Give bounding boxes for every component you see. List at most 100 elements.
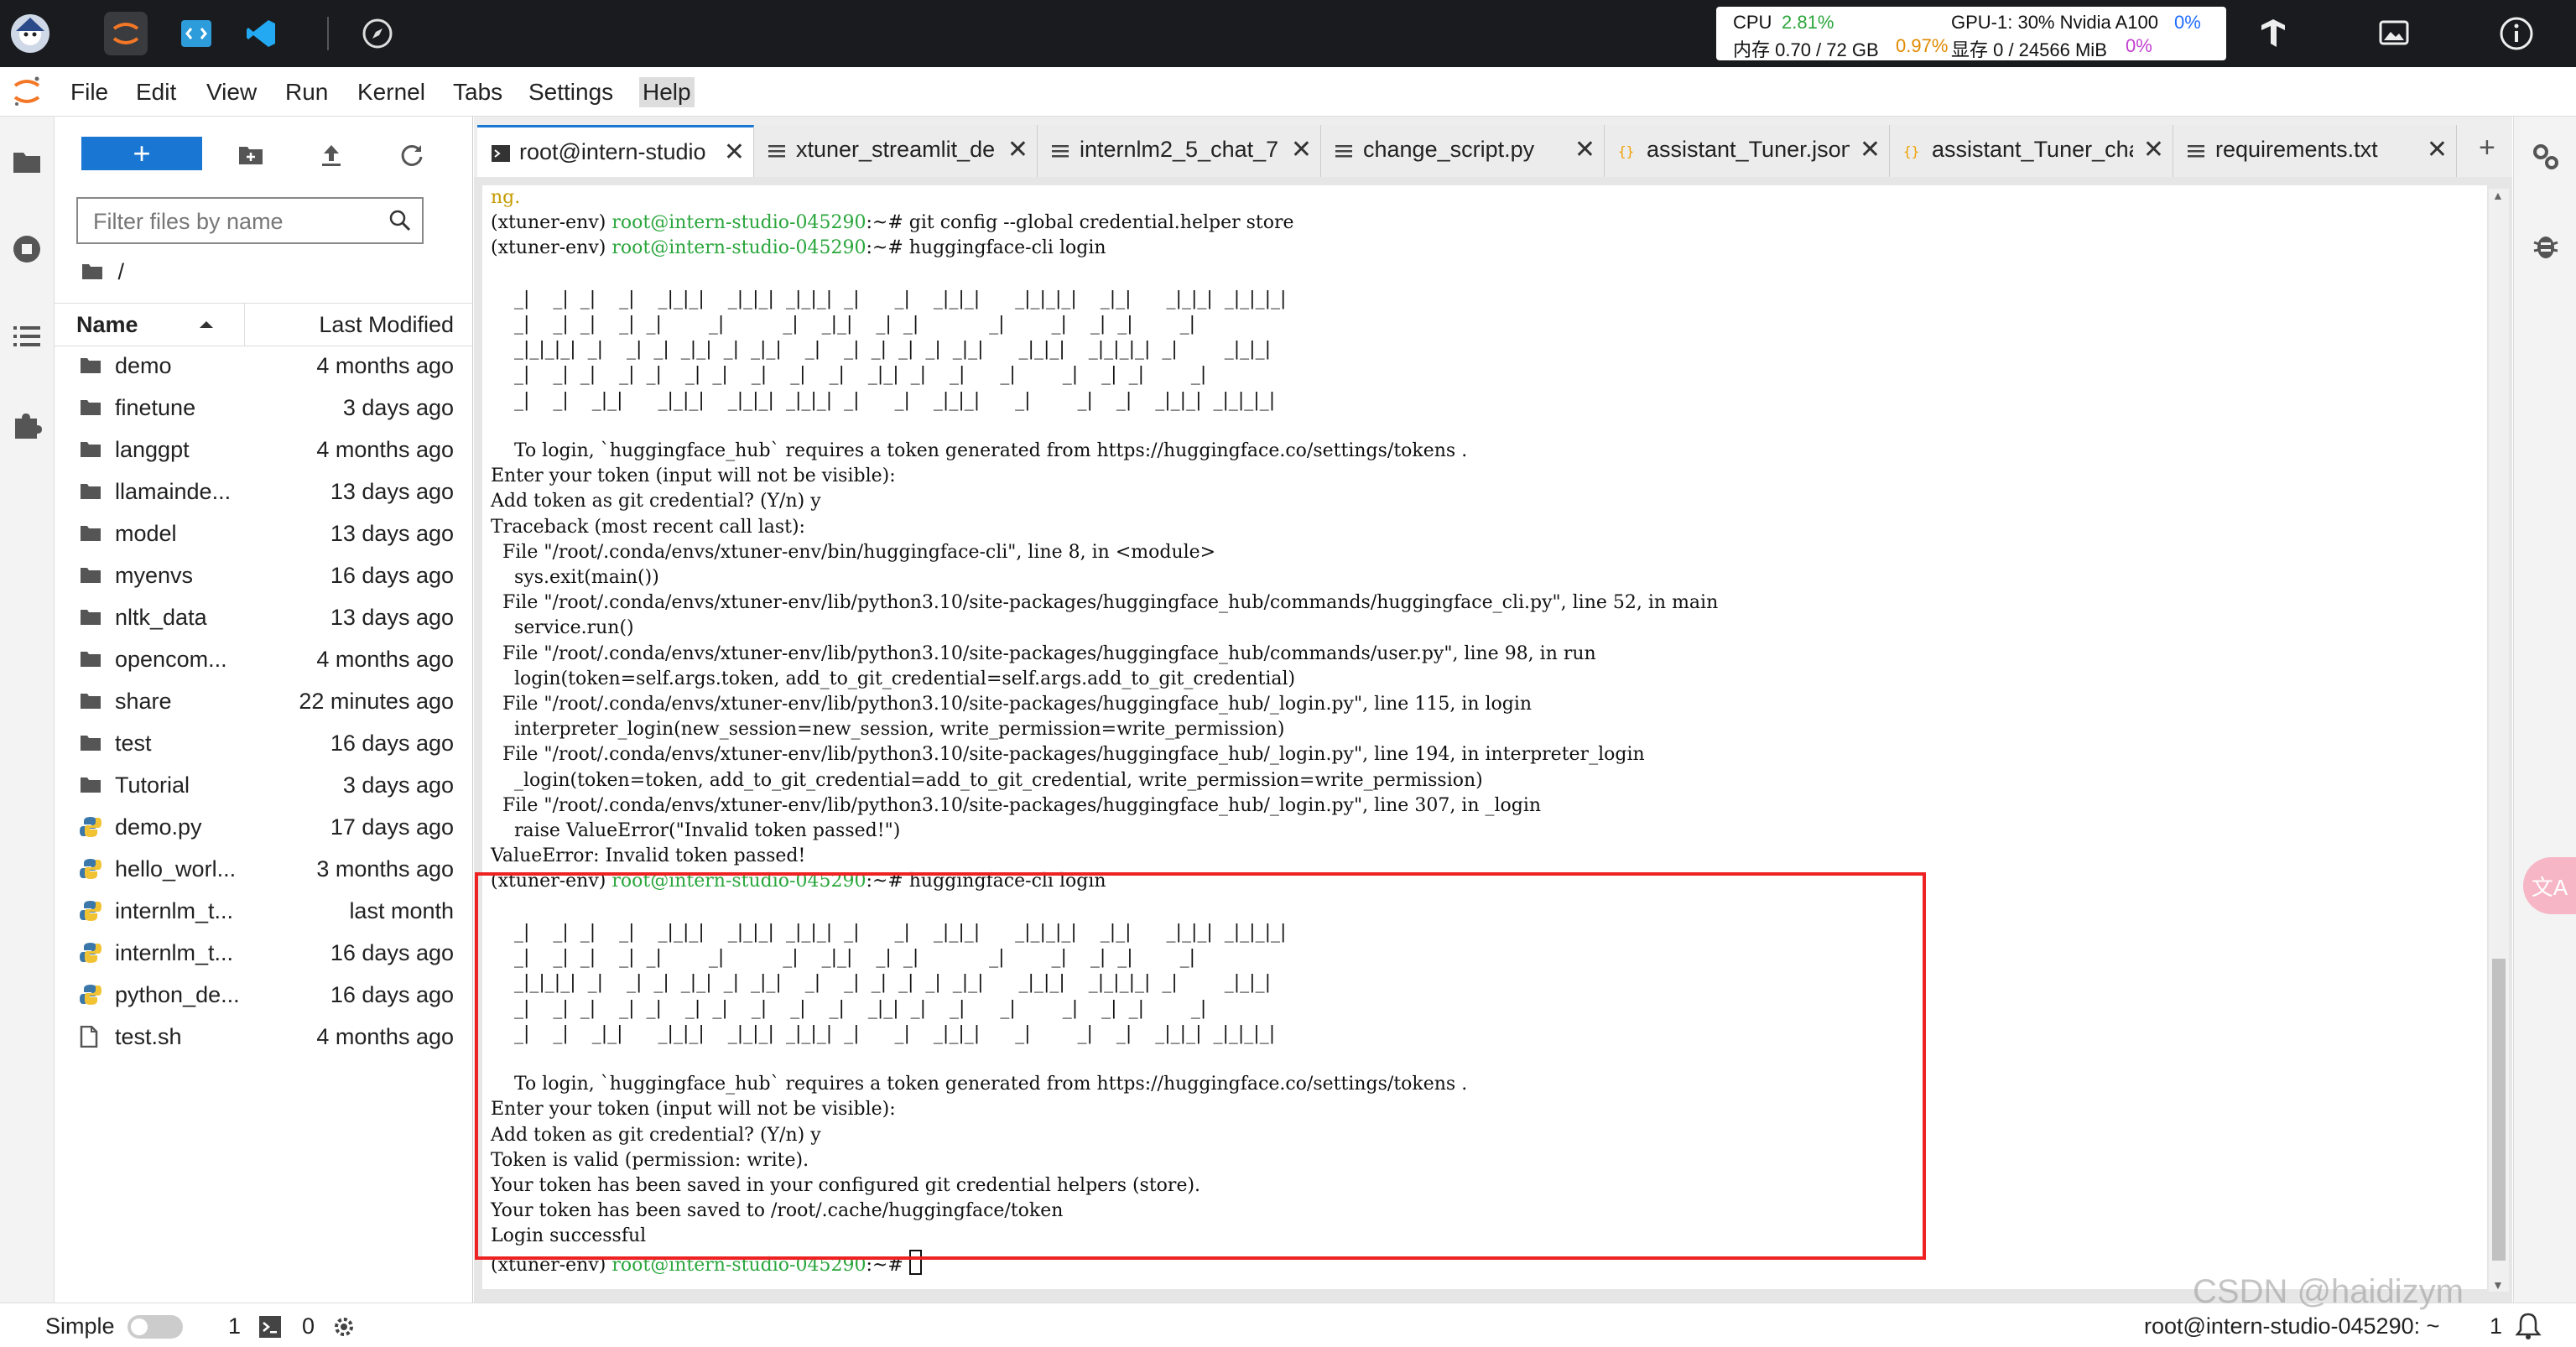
mem-value: 0.97% [1896,35,1949,56]
terminal-scrollbar[interactable]: ▲ ▼ [2489,189,2509,1292]
terminal-status-icon[interactable] [258,1315,282,1344]
menu-run[interactable]: Run [282,77,331,107]
file-name: internlm_t... [115,940,234,965]
translate-button[interactable]: 文A [2523,857,2576,914]
kernel-gear-icon[interactable] [332,1315,356,1344]
vscode-icon[interactable] [240,12,284,55]
tab[interactable]: root@intern-studio ✕ [477,125,754,177]
tab-label: assistant_Tuner_cha [1932,137,2133,162]
breadcrumb-path: / [117,259,125,284]
scroll-up-icon[interactable]: ▲ [2492,189,2504,202]
file-list-item[interactable]: opencom... 4 months ago [55,638,472,679]
menu-edit[interactable]: Edit [133,77,180,107]
column-last-modified[interactable]: Last Modified [319,312,454,338]
close-icon[interactable]: ✕ [1007,135,1028,164]
file-list-header: Name Last Modified [55,303,472,346]
simple-mode-label: Simple [45,1313,115,1339]
menu-settings[interactable]: Settings [525,77,617,107]
menu-help[interactable]: Help [639,77,695,107]
jupyter-logo-icon [12,75,42,112]
refresh-icon[interactable] [395,138,429,172]
svg-text:{}: {} [1903,143,1919,159]
file-list-item[interactable]: internlm_t... 16 days ago [55,932,472,973]
bell-icon[interactable] [2515,1312,2542,1346]
close-icon[interactable]: ✕ [2427,135,2448,164]
sort-ascending-icon [200,321,213,328]
code-editor-icon[interactable] [174,12,218,55]
running-kernels-icon[interactable] [8,231,45,268]
jupyter-icon[interactable] [104,12,148,55]
simple-mode-toggle[interactable] [127,1315,183,1339]
column-name[interactable]: Name [76,312,138,338]
tensorflow-icon[interactable] [2251,12,2295,55]
new-folder-icon[interactable] [234,138,268,172]
vram-label: 显存 0 / 24566 MiB [1951,39,2107,60]
file-name: opencom... [115,647,227,672]
file-modified: 13 days ago [330,521,454,546]
right-activity-bar [2513,117,2576,1303]
tab[interactable]: xtuner_streamlit_de ✕ [754,125,1038,177]
file-list-item[interactable]: nltk_data 13 days ago [55,596,472,637]
add-tab-icon[interactable]: + [2479,132,2495,164]
extensions-icon[interactable] [8,407,45,444]
file-name: nltk_data [115,605,207,630]
info-icon[interactable] [2495,12,2538,55]
file-list-item[interactable]: Tutorial 3 days ago [55,764,472,805]
file-list-item[interactable]: langgpt 4 months ago [55,429,472,470]
menu-file[interactable]: File [67,77,112,107]
compass-icon[interactable] [356,12,399,55]
tab[interactable]: requirements.txt ✕ [2173,125,2457,177]
file-name: demo.py [115,814,202,840]
close-icon[interactable]: ✕ [2143,135,2164,164]
image-viewer-icon[interactable] [2372,12,2416,55]
upload-icon[interactable] [315,138,348,172]
folder-icon [80,523,101,549]
file-list-item[interactable]: internlm_t... last month [55,890,472,931]
close-icon[interactable]: ✕ [1291,135,1312,164]
file-list-item[interactable]: demo 4 months ago [55,345,472,386]
file-list-item[interactable]: test.sh 4 months ago [55,1016,472,1057]
scroll-thumb[interactable] [2492,959,2506,1261]
top-bar: CPU 2.81% 内存 0.70 / 72 GB 0.97% GPU-1: 3… [0,0,2576,67]
file-list-item[interactable]: llamainde... 13 days ago [55,471,472,512]
file-list-item[interactable]: myenvs 16 days ago [55,554,472,595]
file-list-item[interactable]: demo.py 17 days ago [55,806,472,847]
new-launcher-button[interactable]: + [81,137,202,170]
file-modified: 17 days ago [330,814,454,840]
file-list-item[interactable]: share 22 minutes ago [55,680,472,721]
file-list-item[interactable]: model 13 days ago [55,512,472,554]
terminal-session-label: root@intern-studio-045290: ~ [2144,1313,2440,1339]
highlight-box [475,872,1926,1260]
app-avatar-icon[interactable] [8,12,52,55]
python-file-icon [80,984,101,1012]
scroll-down-icon[interactable]: ▼ [2492,1278,2504,1292]
property-inspector-icon[interactable] [2531,142,2561,176]
file-modified: 16 days ago [330,982,454,1007]
search-icon [388,209,412,238]
file-list-item[interactable]: test 16 days ago [55,722,472,763]
menu-kernel[interactable]: Kernel [354,77,429,107]
tab[interactable]: {} assistant_Tuner.json ✕ [1605,125,1890,177]
file-list-item[interactable]: hello_worl... 3 months ago [55,848,472,889]
close-icon[interactable]: ✕ [1574,135,1595,164]
file-list-item[interactable]: finetune 3 days ago [55,387,472,428]
menu-tabs[interactable]: Tabs [450,77,506,107]
file-filter-input[interactable]: Filter files by name [76,197,424,244]
folder-icon [80,481,101,507]
menu-view[interactable]: View [203,77,260,107]
file-modified: 16 days ago [330,563,454,588]
notification-count: 1 [2490,1313,2503,1339]
close-icon[interactable]: ✕ [724,138,745,167]
gpu-value: 0% [2174,12,2201,33]
table-of-contents-icon[interactable] [8,318,45,355]
breadcrumb[interactable]: / [81,259,124,285]
file-list-item[interactable]: python_de... 16 days ago [55,974,472,1015]
close-icon[interactable]: ✕ [1860,135,1881,164]
svg-text:{}: {} [1618,143,1634,159]
tab[interactable]: {} assistant_Tuner_cha ✕ [1890,125,2173,177]
tab[interactable]: change_script.py ✕ [1321,125,1605,177]
debugger-icon[interactable] [2532,231,2559,265]
cpu-label: CPU [1733,12,1772,33]
folder-icon[interactable] [8,143,45,180]
tab[interactable]: internlm2_5_chat_7 ✕ [1038,125,1321,177]
